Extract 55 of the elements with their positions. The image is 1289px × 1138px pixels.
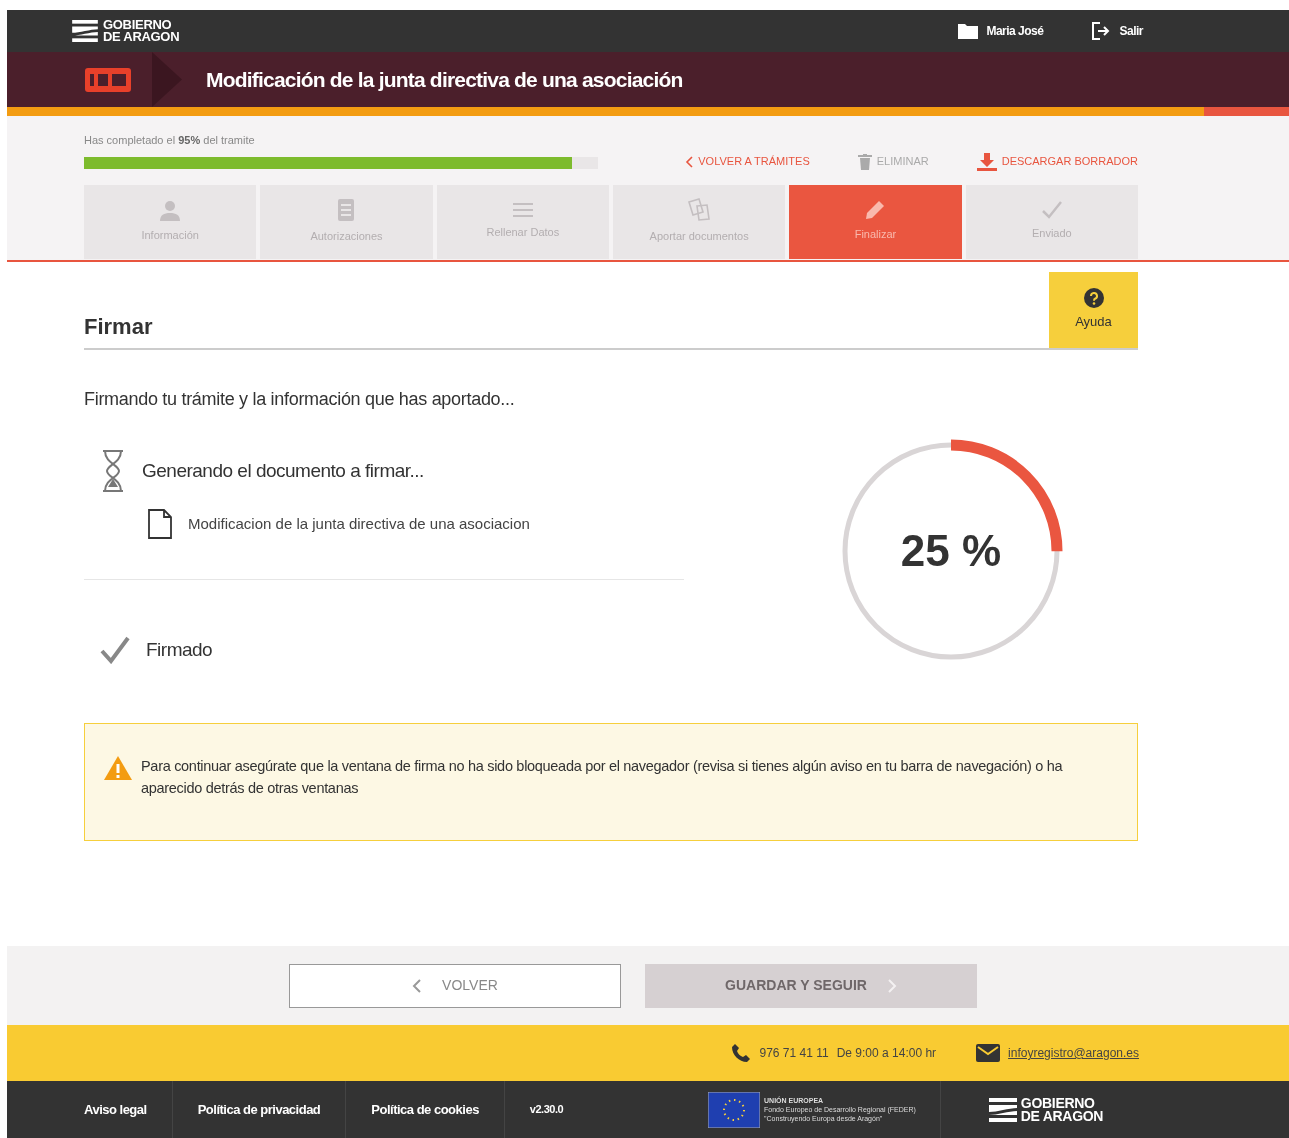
- step-tab[interactable]: Aportar documentos: [613, 184, 786, 259]
- eu-flag-icon: [708, 1091, 761, 1128]
- logo-text: DE ARAGON: [1020, 1109, 1104, 1123]
- section-title: Firmar: [84, 313, 153, 341]
- version-text: v2.30.0: [529, 1102, 564, 1118]
- warning-text: Para continuar asegúrate que la ventana de firma no ha sido bloqueada por el navegador (revisa si tienes algún aviso en tu barra de navegación) o ha aparecido detrás de otras ventanas: [141, 757, 1064, 798]
- back-link[interactable]: VOLVER A TRÁMITES: [685, 153, 810, 170]
- step-tab[interactable]: Enviado: [965, 184, 1138, 259]
- back-button[interactable]: VOLVER: [289, 963, 621, 1008]
- logo-text: DE ARAGON: [103, 31, 180, 43]
- task-label: Firmado: [146, 638, 213, 662]
- check-icon: [1041, 201, 1062, 220]
- id-card-icon: [84, 66, 132, 93]
- chevron-shape: [152, 52, 182, 107]
- phone-icon: [731, 1043, 752, 1063]
- document-icon: [337, 198, 356, 223]
- list-icon: [512, 202, 533, 219]
- mail-icon: [976, 1044, 1001, 1062]
- footer-link[interactable]: Política de privacidad: [197, 1099, 321, 1120]
- progress-text: Has completado el 95% del tramite: [84, 133, 256, 148]
- papers-icon: [686, 198, 713, 223]
- logout-link[interactable]: Salir: [1091, 22, 1143, 40]
- trash-icon: [857, 153, 872, 170]
- logo-icon: [988, 1097, 1017, 1122]
- logout-icon: [1091, 22, 1112, 40]
- task-label: Generando el documento a firmar...: [142, 458, 424, 483]
- file-icon: [148, 509, 172, 539]
- question-icon: [1083, 288, 1104, 309]
- user-link[interactable]: Maria José: [958, 22, 1044, 40]
- footer-link[interactable]: Aviso legal: [84, 1099, 147, 1120]
- logo-text: GOBIERNO: [1020, 1096, 1096, 1110]
- check-icon: [100, 636, 130, 665]
- opening-hours: De 9:00 a 14:00 hr: [836, 1045, 937, 1062]
- step-tab[interactable]: Autorizaciones: [260, 184, 433, 259]
- chevron-left-icon: [685, 155, 694, 168]
- logo-text: GOBIERNO: [103, 19, 173, 31]
- help-button[interactable]: Ayuda: [1049, 272, 1138, 348]
- email-link[interactable]: infoyregistro@aragon.es: [1008, 1044, 1139, 1062]
- chevron-left-icon: [412, 979, 423, 994]
- folder-icon: [958, 23, 979, 39]
- pencil-icon: [865, 200, 886, 221]
- footer-link[interactable]: Política de cookies: [371, 1099, 479, 1120]
- intro-text: Firmando tu trámite y la información que has aportado...: [84, 388, 516, 411]
- step-tab[interactable]: Finalizar: [789, 184, 962, 259]
- chevron-right-icon: [886, 979, 897, 994]
- gauge-value: 25 %: [900, 525, 1002, 577]
- hourglass-icon: [100, 449, 126, 493]
- user-icon: [159, 199, 182, 222]
- warning-icon: [103, 755, 133, 781]
- logo-icon: [71, 20, 99, 42]
- download-link[interactable]: DESCARGAR BORRADOR: [976, 152, 1138, 171]
- page-title: Modificación de la junta directiva de una asociación: [206, 66, 683, 93]
- document-name: Modificacion de la junta directiva de una asociacion: [188, 513, 530, 534]
- phone-number: 976 71 41 11: [759, 1045, 829, 1062]
- download-icon: [976, 152, 997, 171]
